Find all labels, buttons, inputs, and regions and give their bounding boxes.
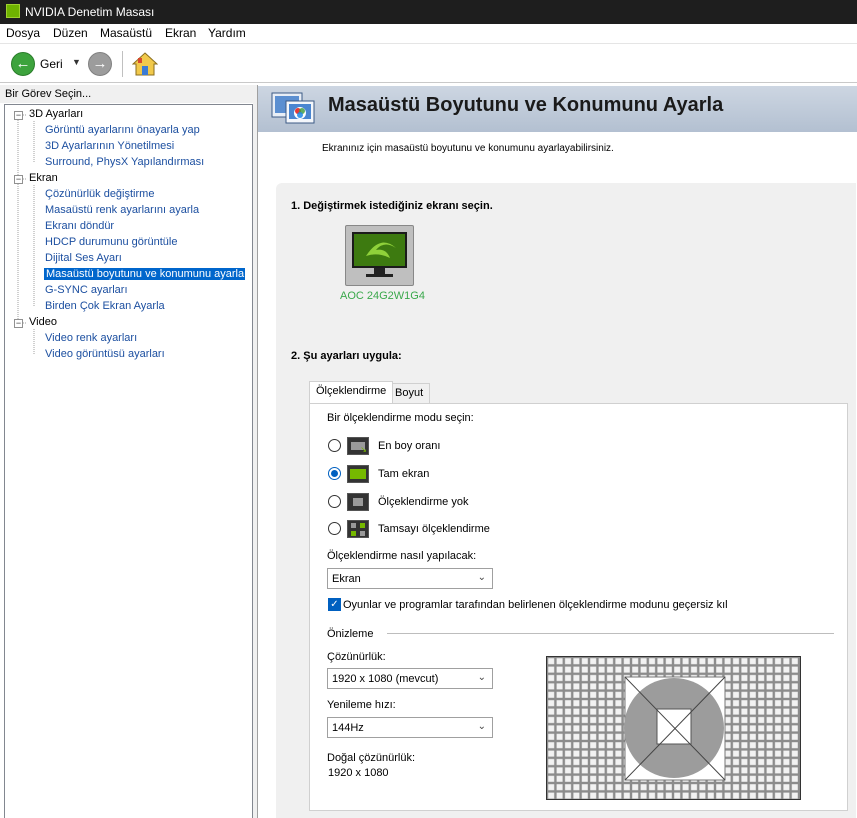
label-full-screen[interactable]: Tam ekran (378, 468, 429, 480)
menu-duzen[interactable]: Düzen (53, 26, 88, 40)
test-pattern-image (547, 657, 800, 799)
tab-scaling[interactable]: Ölçeklendirme (309, 381, 394, 403)
tree-item-desktop-color[interactable]: Masaüstü renk ayarlarını ayarla (45, 204, 199, 216)
menu-yardim[interactable]: Yardım (208, 26, 246, 40)
refresh-rate-value: 144Hz (332, 722, 364, 734)
tab-size[interactable]: Boyut (388, 383, 431, 403)
title-bar: NVIDIA Denetim Masası (0, 0, 857, 24)
perform-scaling-select[interactable]: Ekran ⌄ (327, 568, 493, 589)
monitor-name[interactable]: AOC 24G2W1G4 (340, 290, 425, 302)
step-1-heading: 1. Değiştirmek istediğiniz ekranı seçin. (291, 200, 493, 212)
tree-item-manage-3d[interactable]: 3D Ayarlarının Yönetilmesi (45, 140, 174, 152)
chevron-down-icon: ⌄ (477, 721, 486, 732)
resolution-select[interactable]: 1920 x 1080 (mevcut) ⌄ (327, 668, 493, 689)
radio-full-screen[interactable] (328, 467, 341, 480)
perform-scaling-label: Ölçeklendirme nasıl yapılacak: (327, 550, 477, 562)
tree-category-ekran[interactable]: Ekran (29, 172, 58, 184)
preview-heading: Önizleme (327, 628, 374, 640)
tree-item-resolution[interactable]: Çözünürlük değiştirme (45, 188, 154, 200)
monitor-select-thumbnail[interactable] (345, 225, 414, 286)
tree-item-hdcp[interactable]: HDCP durumunu görüntüle (45, 236, 177, 248)
tree-item-surround-physx[interactable]: Surround, PhysX Yapılandırması (45, 156, 204, 168)
native-resolution-value: 1920 x 1080 (328, 767, 389, 779)
refresh-rate-select[interactable]: 144Hz ⌄ (327, 717, 493, 738)
page-description: Ekranınız için masaüstü boyutunu ve konu… (322, 143, 614, 154)
home-icon[interactable] (132, 52, 158, 76)
refresh-rate-label: Yenileme hızı: (327, 699, 396, 711)
collapse-ekran-icon[interactable]: − (14, 175, 23, 184)
step-2-heading: 2. Şu ayarları uygula: (291, 350, 402, 362)
resolution-value: 1920 x 1080 (mevcut) (332, 673, 439, 685)
native-resolution-label: Doğal çözünürlük: (327, 752, 416, 764)
scaling-mode-prompt: Bir ölçeklendirme modu seçin: (327, 412, 474, 424)
menu-dosya[interactable]: Dosya (6, 26, 40, 40)
back-history-dropdown-icon[interactable]: ▼ (72, 57, 81, 67)
menu-masaustu[interactable]: Masaüstü (100, 26, 152, 40)
tree-item-video-color[interactable]: Video renk ayarları (45, 332, 137, 344)
label-aspect-ratio[interactable]: En boy oranı (378, 440, 440, 452)
tree-item-multiple-displays[interactable]: Birden Çok Ekran Ayarla (45, 300, 165, 312)
tree-item-gsync[interactable]: G-SYNC ayarları (45, 284, 128, 296)
back-arrow-icon[interactable]: ← (11, 52, 35, 76)
no-scaling-icon (347, 493, 369, 511)
toolbar: ← Geri ▼ → (0, 45, 857, 83)
perform-scaling-value: Ekran (332, 573, 361, 585)
nvidia-app-icon (6, 4, 20, 18)
monitor-icon (352, 232, 407, 277)
chevron-down-icon: ⌄ (477, 572, 486, 583)
tree-item-digital-audio[interactable]: Dijital Ses Ayarı (45, 252, 122, 264)
aspect-ratio-icon: ↘ (347, 437, 369, 455)
display-settings-icon (271, 92, 315, 124)
radio-integer-scaling[interactable] (328, 522, 341, 535)
tree-category-3d[interactable]: 3D Ayarları (29, 108, 83, 120)
tree-item-rotate[interactable]: Ekranı döndür (45, 220, 114, 232)
back-button-label[interactable]: Geri (40, 57, 63, 71)
tree-item-desktop-size-position[interactable]: Masaüstü boyutunu ve konumunu ayarla (44, 268, 245, 280)
toolbar-divider (122, 51, 123, 77)
override-label[interactable]: Oyunlar ve programlar tarafından belirle… (343, 599, 728, 611)
radio-no-scaling[interactable] (328, 495, 341, 508)
task-tree: − 3D Ayarları Görüntü ayarlarını önayarl… (4, 104, 253, 818)
page-title: Masaüstü Boyutunu ve Konumunu Ayarla (328, 94, 724, 116)
label-no-scaling[interactable]: Ölçeklendirme yok (378, 496, 468, 508)
collapse-3d-icon[interactable]: − (14, 111, 23, 120)
scaling-preview (546, 656, 801, 800)
integer-scaling-icon (347, 520, 369, 538)
label-integer-scaling[interactable]: Tamsayı ölçeklendirme (378, 523, 490, 535)
radio-aspect-ratio[interactable] (328, 439, 341, 452)
chevron-down-icon: ⌄ (477, 672, 486, 683)
collapse-video-icon[interactable]: − (14, 319, 23, 328)
resolution-label: Çözünürlük: (327, 651, 386, 663)
override-checkbox[interactable]: ✓ (328, 598, 341, 611)
menu-ekran[interactable]: Ekran (165, 26, 196, 40)
page-banner: Masaüstü Boyutunu ve Konumunu Ayarla (258, 86, 857, 132)
forward-arrow-icon[interactable]: → (88, 52, 112, 76)
tree-category-video[interactable]: Video (29, 316, 57, 328)
sidebar-header: Bir Görev Seçin... (0, 85, 256, 103)
full-screen-icon (347, 465, 369, 483)
tree-item-image-presets[interactable]: Görüntü ayarlarını önayarla yap (45, 124, 200, 136)
window-title: NVIDIA Denetim Masası (25, 5, 155, 19)
menu-bar: Dosya Düzen Masaüstü Ekran Yardım (0, 24, 857, 44)
preview-divider (387, 633, 834, 634)
tree-item-video-image[interactable]: Video görüntüsü ayarları (45, 348, 165, 360)
